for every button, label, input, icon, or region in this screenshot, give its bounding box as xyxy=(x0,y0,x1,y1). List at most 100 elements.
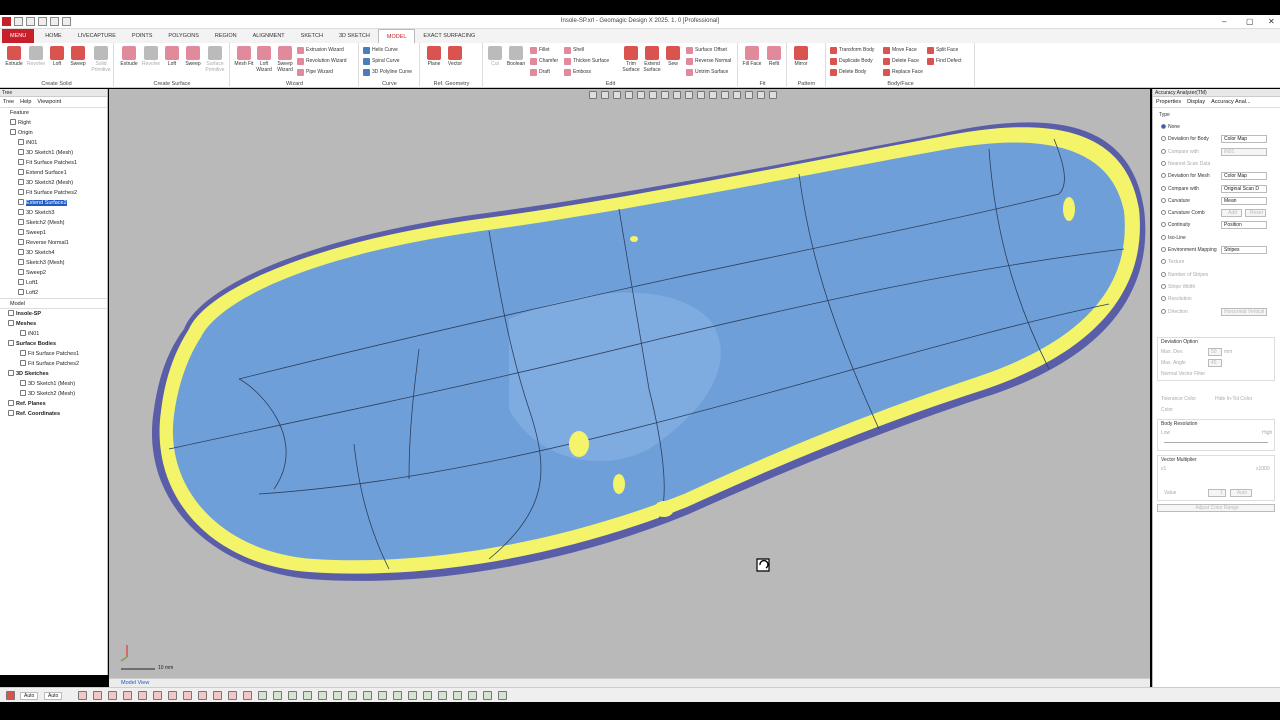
feature-item[interactable]: Loft2 xyxy=(4,288,107,298)
window-select-icon[interactable] xyxy=(243,691,252,700)
zoom-icon[interactable] xyxy=(721,91,729,99)
move-face-button[interactable]: Move Face xyxy=(883,45,917,55)
feature-item[interactable]: Sketch2 (Mesh) xyxy=(4,218,107,228)
analysis-option[interactable]: None xyxy=(1161,124,1180,130)
replace-face-button[interactable]: Replace Face xyxy=(883,67,923,77)
radio-icon[interactable] xyxy=(1161,296,1166,302)
option-dropdown[interactable]: Stripes xyxy=(1221,246,1267,254)
model-viewport[interactable]: 10 mm xyxy=(109,89,1150,678)
record-icon[interactable] xyxy=(498,691,507,700)
feature-item[interactable]: Extend Surface1 xyxy=(4,168,107,178)
feature-item[interactable]: Reverse Normal1 xyxy=(4,238,107,248)
snap-icon[interactable] xyxy=(709,91,717,99)
model-tree-item[interactable]: Fit Surface Patches1 xyxy=(4,349,107,359)
selection-mode-icon[interactable] xyxy=(6,691,15,700)
radio-icon[interactable] xyxy=(1161,271,1166,277)
view-iso-icon[interactable] xyxy=(423,691,432,700)
mesh-fit-button[interactable]: Mesh Fit xyxy=(233,46,255,67)
select-body-icon[interactable] xyxy=(93,691,102,700)
view-back-icon[interactable] xyxy=(348,691,357,700)
max-dev-input[interactable]: 50 xyxy=(1208,348,1222,356)
select-region-icon[interactable] xyxy=(183,691,192,700)
radio-icon[interactable] xyxy=(1161,283,1166,289)
analysis-option[interactable]: Deviation for Mesh xyxy=(1161,173,1210,179)
analysis-option[interactable]: Number of Stripes xyxy=(1161,271,1208,278)
option-dropdown[interactable]: Horizontal Vertical xyxy=(1221,307,1267,316)
multiplier-value-input[interactable]: 1 xyxy=(1208,489,1226,497)
measure-icon[interactable] xyxy=(468,691,477,700)
split-face-button[interactable]: Split Face xyxy=(927,45,958,55)
vector-button[interactable]: Vector xyxy=(444,46,466,67)
pan-view-icon[interactable] xyxy=(318,691,327,700)
tab-model-view[interactable]: Model View xyxy=(121,680,149,686)
model-tree-item[interactable]: iN01 xyxy=(4,329,107,339)
select-edge-icon[interactable] xyxy=(123,691,132,700)
multiplier-auto-button[interactable]: Auto xyxy=(1230,489,1252,497)
render-mode-icon[interactable] xyxy=(625,91,633,99)
feature-item[interactable]: Origin xyxy=(4,128,107,138)
untrim-surface-button[interactable]: Untrim Surface xyxy=(686,67,728,77)
rotate-view-icon[interactable] xyxy=(303,691,312,700)
radio-icon[interactable] xyxy=(1161,222,1166,228)
hide-in-tol-checkbox[interactable]: Hide In-Tol Color xyxy=(1215,396,1252,402)
selection-filter-icon[interactable] xyxy=(649,91,657,99)
delete-body-button[interactable]: Delete Body xyxy=(830,67,866,77)
model-tree-item[interactable]: 3D Sketches xyxy=(4,369,107,379)
filter-dropdown-1[interactable]: Auto xyxy=(20,692,39,700)
model-tree-item[interactable]: Ref. Coordinates xyxy=(4,409,107,419)
view-iso-icon[interactable] xyxy=(613,91,621,99)
radio-icon[interactable] xyxy=(1161,308,1166,314)
pan-icon[interactable] xyxy=(733,91,741,99)
revolve-solid-button[interactable]: Revolve xyxy=(25,46,47,67)
feature-item[interactable]: Fit Surface Patches1 xyxy=(4,158,107,168)
tab-sketch[interactable]: SKETCH xyxy=(293,29,331,43)
tab-home[interactable]: HOME xyxy=(37,29,70,43)
tab-alignment[interactable]: ALIGNMENT xyxy=(245,29,293,43)
option-dropdown[interactable]: Position xyxy=(1221,221,1267,230)
extrude-solid-button[interactable]: Extrude xyxy=(3,46,25,67)
duplicate-body-button[interactable]: Duplicate Body xyxy=(830,56,873,66)
tab-tree[interactable]: Tree xyxy=(3,99,14,105)
plane-button[interactable]: Plane xyxy=(423,46,445,67)
transform-body-button[interactable]: Transform Body xyxy=(830,45,874,55)
boolean-button[interactable]: Boolean xyxy=(505,46,527,67)
show-hide-icon[interactable] xyxy=(661,91,669,99)
select-mesh-icon[interactable] xyxy=(168,691,177,700)
tab-region[interactable]: REGION xyxy=(207,29,245,43)
normal-filter-checkbox[interactable]: Normal Vector Filter xyxy=(1161,371,1205,377)
tab-3d-sketch[interactable]: 3D SKETCH xyxy=(331,29,378,43)
radio-icon[interactable] xyxy=(1161,185,1166,191)
filter-icon[interactable] xyxy=(213,691,222,700)
tolerance-color-checkbox[interactable]: Tolerance Color xyxy=(1161,396,1196,402)
curvature-comb-reset-button[interactable]: Reset xyxy=(1245,209,1266,218)
radio-icon[interactable] xyxy=(1161,210,1166,216)
tab-display[interactable]: Display xyxy=(1187,99,1205,105)
tab-livecapture[interactable]: LIVECAPTURE xyxy=(70,29,124,43)
light-icon[interactable] xyxy=(769,91,777,99)
analysis-option[interactable]: Nearest Scan Data xyxy=(1161,160,1210,167)
option-dropdown[interactable]: iN01 xyxy=(1221,147,1267,156)
analysis-option[interactable]: Continuity xyxy=(1161,222,1190,228)
option-dropdown[interactable]: Original Scan D xyxy=(1221,184,1267,193)
zoom-out-icon[interactable] xyxy=(288,691,297,700)
surface-offset-button[interactable]: Surface Offset xyxy=(686,45,727,55)
polyline-curve-button[interactable]: 3D Polyline Curve xyxy=(363,67,412,77)
analysis-option[interactable]: Curvature Comb xyxy=(1161,210,1205,216)
select-all-icon[interactable] xyxy=(78,691,87,700)
analysis-option[interactable]: Texture xyxy=(1161,259,1184,265)
delete-face-button[interactable]: Delete Face xyxy=(883,56,919,66)
chamfer-button[interactable]: Chamfer xyxy=(530,56,558,66)
emboss-button[interactable]: Emboss xyxy=(564,67,591,77)
feature-item[interactable]: Extend Surface2 xyxy=(4,198,107,208)
extrusion-wizard-button[interactable]: Extrusion Wizard xyxy=(297,45,344,55)
feature-item[interactable]: 3D Sketch3 xyxy=(4,208,107,218)
zoom-in-icon[interactable] xyxy=(273,691,282,700)
feature-item[interactable]: 3D Sketch4 xyxy=(4,248,107,258)
section-icon[interactable] xyxy=(637,91,645,99)
analysis-option[interactable]: Direction xyxy=(1161,308,1188,315)
minimize-button[interactable]: – xyxy=(1222,17,1226,26)
loft-solid-button[interactable]: Loft xyxy=(46,46,68,67)
close-button[interactable]: ✕ xyxy=(1268,17,1275,26)
feature-item[interactable]: Right xyxy=(4,118,107,128)
model-tree-item[interactable]: Insole-SP xyxy=(4,309,107,319)
